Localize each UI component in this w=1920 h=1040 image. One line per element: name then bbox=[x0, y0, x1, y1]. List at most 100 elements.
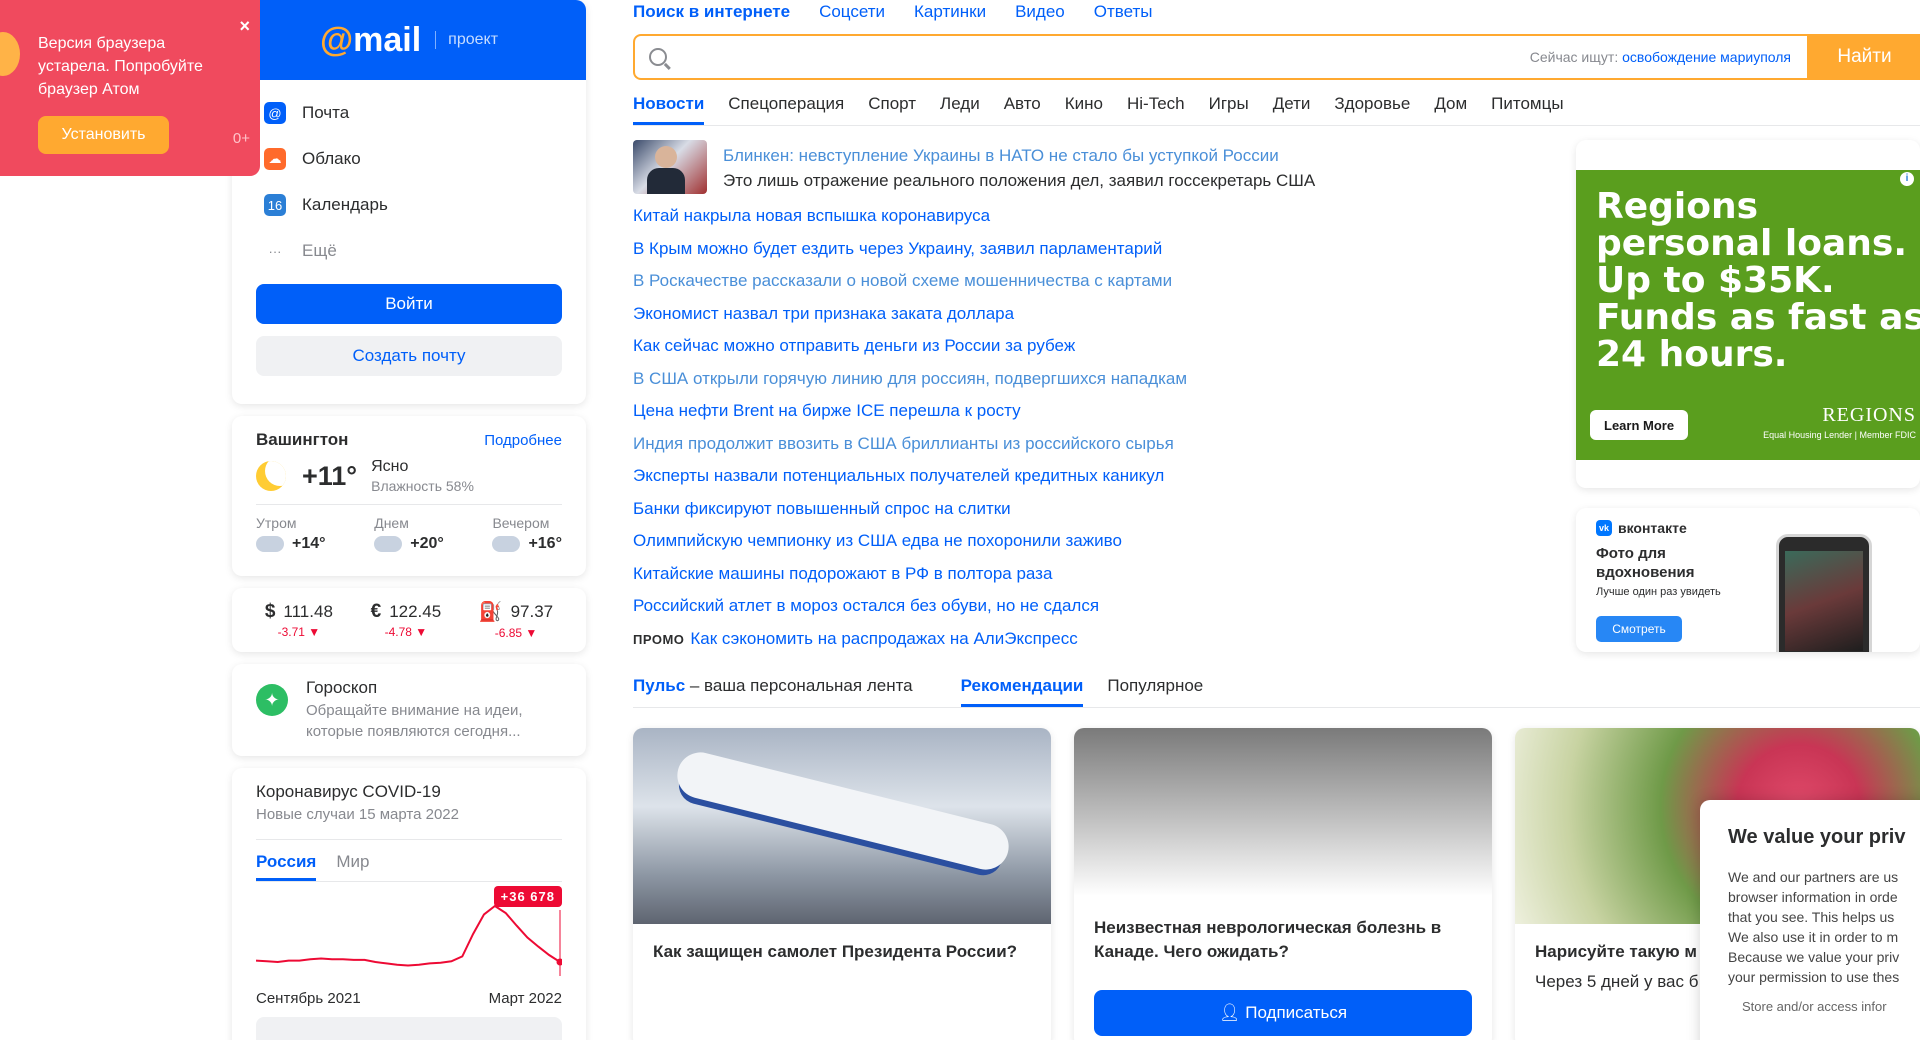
privacy-title: We value your priv bbox=[1728, 826, 1906, 848]
create-mail-button[interactable]: Создать почту bbox=[256, 336, 562, 376]
ad-card[interactable]: Regions personal loans. Up to $35K. Fund… bbox=[1576, 140, 1920, 488]
privacy-text: We and our partners are us browser infor… bbox=[1728, 869, 1900, 985]
top-news-subtitle: Это лишь отражение реального положения д… bbox=[723, 171, 1316, 190]
weather-more-link[interactable]: Подробнее bbox=[484, 432, 562, 449]
rate-item[interactable]: €122.45 -4.78 ▼ bbox=[371, 601, 442, 639]
weather-part-label: Утром bbox=[256, 515, 297, 531]
promo-tag: ПРОМО bbox=[633, 631, 685, 647]
news-tab-0[interactable]: Новости bbox=[633, 94, 705, 125]
news-tab-4[interactable]: Авто bbox=[1004, 94, 1041, 125]
horoscope-widget[interactable]: ✦ Гороскоп Обращайте внимание на идеи, к… bbox=[232, 664, 586, 756]
login-button[interactable]: Войти bbox=[256, 284, 562, 324]
news-item[interactable]: Эксперты назвали потенциальных получател… bbox=[633, 464, 1533, 497]
currency-rates: $111.48 -3.71 ▼ €122.45 -4.78 ▼ ⛽ 97.37 -6.85 … bbox=[232, 588, 586, 652]
weather-part-label: Вечером bbox=[492, 515, 550, 531]
covid-more-button[interactable] bbox=[256, 1017, 562, 1040]
subscribe-button[interactable]: 👤︎ Подписаться bbox=[1094, 990, 1472, 1036]
mail-item-3[interactable]: ··· Ещё bbox=[232, 228, 586, 274]
top-news-title[interactable]: Блинкен: невступление Украины в НАТО не … bbox=[723, 146, 1315, 166]
news-tab-2[interactable]: Спорт bbox=[868, 94, 916, 125]
pulse-tab-0[interactable]: Рекомендации bbox=[960, 676, 1084, 707]
covid-widget: Коронавирус COVID-19 Новые случаи 15 мар… bbox=[232, 768, 586, 1040]
mail-card: @mail проект @ Почта ☁ Облако 16 Календарь ···… bbox=[232, 0, 586, 404]
rate-item[interactable]: ⛽ 97.37 -6.85 ▼ bbox=[479, 600, 553, 640]
news-tab-3[interactable]: Леди bbox=[940, 94, 980, 125]
search-hint-query[interactable]: освобождение мариуполя bbox=[1622, 49, 1791, 65]
news-tab-6[interactable]: Hi-Tech bbox=[1127, 94, 1185, 125]
news-item[interactable]: Китай накрыла новая вспышка коронавируса bbox=[633, 204, 1533, 237]
top-news-image[interactable] bbox=[633, 140, 707, 194]
news-tab-10[interactable]: Дом bbox=[1434, 94, 1467, 125]
weather-part-temp: +16° bbox=[528, 535, 562, 552]
weather-part: Вечером +16° bbox=[492, 515, 562, 553]
promo-item[interactable]: ПРОМО Как сэкономить на распродажах на Ал… bbox=[633, 627, 1533, 660]
close-icon[interactable]: × bbox=[239, 16, 250, 37]
news-tab-5[interactable]: Кино bbox=[1065, 94, 1103, 125]
install-browser-button[interactable]: Установить bbox=[38, 116, 169, 154]
search-box: Сейчас ищут: освобождение мариуполя Найт… bbox=[633, 34, 1920, 80]
news-tab-8[interactable]: Дети bbox=[1273, 94, 1311, 125]
weather-part: Утром +14° bbox=[256, 515, 326, 553]
news-item[interactable]: Российский атлет в мороз остался без обу… bbox=[633, 594, 1533, 627]
search-tab-2[interactable]: Картинки bbox=[914, 2, 986, 22]
search-tab-3[interactable]: Видео bbox=[1015, 2, 1065, 22]
rate-item[interactable]: $111.48 -3.71 ▼ bbox=[265, 601, 333, 639]
ad-headline: Regions personal loans. Up to $35K. Fund… bbox=[1596, 186, 1920, 375]
search-tab-1[interactable]: Соцсети bbox=[819, 2, 885, 22]
feed-title[interactable]: Как защищен самолет Президента России? bbox=[633, 924, 1051, 964]
news-item[interactable]: Банки фиксируют повышенный спрос на слит… bbox=[633, 497, 1533, 530]
mail-logo[interactable]: @mail bbox=[320, 21, 421, 60]
pulse-tabs: Пульс – ваша персональная лента Рекоменд… bbox=[633, 676, 1920, 708]
covid-tab-0[interactable]: Россия bbox=[256, 852, 317, 881]
search-input[interactable] bbox=[679, 37, 1530, 77]
weather-part-value: +14° bbox=[256, 530, 326, 553]
weather-city[interactable]: Вашингтон bbox=[256, 430, 348, 450]
feed-image-brain[interactable] bbox=[1074, 728, 1492, 896]
feed-image-airplane[interactable] bbox=[633, 728, 1051, 924]
search-tab-0[interactable]: Поиск в интернете bbox=[633, 2, 790, 22]
more-dots-icon: ··· bbox=[264, 240, 286, 262]
feed-card[interactable]: Как защищен самолет Президента России? bbox=[633, 728, 1051, 1040]
weather-desc: Ясно bbox=[371, 458, 409, 475]
news-item[interactable]: Олимпийскую чемпионку из США едва не пох… bbox=[633, 529, 1533, 562]
top-news[interactable]: Блинкен: невступление Украины в НАТО не … bbox=[633, 140, 1315, 194]
feed-card[interactable]: Неизвестная неврологическая болезнь в Ка… bbox=[1074, 728, 1492, 1040]
news-tab-1[interactable]: Спецоперация bbox=[728, 94, 844, 125]
privacy-more[interactable]: Store and/or access infor bbox=[1728, 999, 1920, 1014]
search-button[interactable]: Найти bbox=[1807, 34, 1920, 80]
news-item[interactable]: В Крым можно будет ездить через Украину,… bbox=[633, 237, 1533, 270]
vk-watch-button[interactable]: Смотреть bbox=[1596, 616, 1682, 642]
mail-item-0[interactable]: @ Почта bbox=[232, 90, 586, 136]
news-tab-7[interactable]: Игры bbox=[1209, 94, 1249, 125]
news-item[interactable]: Экономист назвал три признака заката дол… bbox=[633, 302, 1533, 335]
weather-humidity: Влажность 58% bbox=[371, 478, 474, 494]
news-item[interactable]: В Роскачестве рассказали о новой схеме м… bbox=[633, 269, 1533, 302]
rate-change: -6.85 ▼ bbox=[494, 626, 538, 640]
news-tab-11[interactable]: Питомцы bbox=[1491, 94, 1563, 125]
ad-brand-sub: Equal Housing Lender | Member FDIC bbox=[1763, 430, 1916, 440]
news-item[interactable]: Индия продолжит ввозить в США бриллианты… bbox=[633, 432, 1533, 465]
search-tab-4[interactable]: Ответы bbox=[1094, 2, 1153, 22]
promo-link[interactable]: Как сэкономить на распродажах на АлиЭксп… bbox=[690, 629, 1077, 648]
pulse-tab-1[interactable]: Популярное bbox=[1107, 676, 1203, 707]
horoscope-icon: ✦ bbox=[256, 684, 288, 716]
ad-info-icon[interactable]: i bbox=[1900, 172, 1914, 186]
feed-title[interactable]: Неизвестная неврологическая болезнь в Ка… bbox=[1074, 896, 1492, 964]
news-item[interactable]: Как сейчас можно отправить деньги из Рос… bbox=[633, 334, 1533, 367]
pulse-label[interactable]: Пульс – ваша персональная лента bbox=[633, 676, 913, 707]
news-item[interactable]: Китайские машины подорожают в РФ в полто… bbox=[633, 562, 1533, 595]
weather-part-temp: +14° bbox=[292, 535, 326, 552]
news-item[interactable]: В США открыли горячую линию для россиян,… bbox=[633, 367, 1533, 400]
vk-ad-card[interactable]: vk вконтакте Фото для вдохновения Лучше о… bbox=[1576, 508, 1920, 652]
cloud-icon: ☁ bbox=[264, 148, 286, 170]
news-item[interactable]: Цена нефти Brent на бирже ICE перешла к … bbox=[633, 399, 1533, 432]
news-tab-9[interactable]: Здоровье bbox=[1334, 94, 1410, 125]
ad-learn-more-button[interactable]: Learn More bbox=[1590, 410, 1689, 440]
mail-item-1[interactable]: ☁ Облако bbox=[232, 136, 586, 182]
mail-header[interactable]: @mail проект bbox=[232, 0, 586, 80]
covid-tab-1[interactable]: Мир bbox=[336, 852, 369, 881]
ad-banner[interactable]: Regions personal loans. Up to $35K. Fund… bbox=[1576, 170, 1920, 460]
currency-icon: ⛽ bbox=[478, 602, 503, 623]
mail-item-2[interactable]: 16 Календарь bbox=[232, 182, 586, 228]
age-rating: 0+ bbox=[232, 130, 250, 147]
